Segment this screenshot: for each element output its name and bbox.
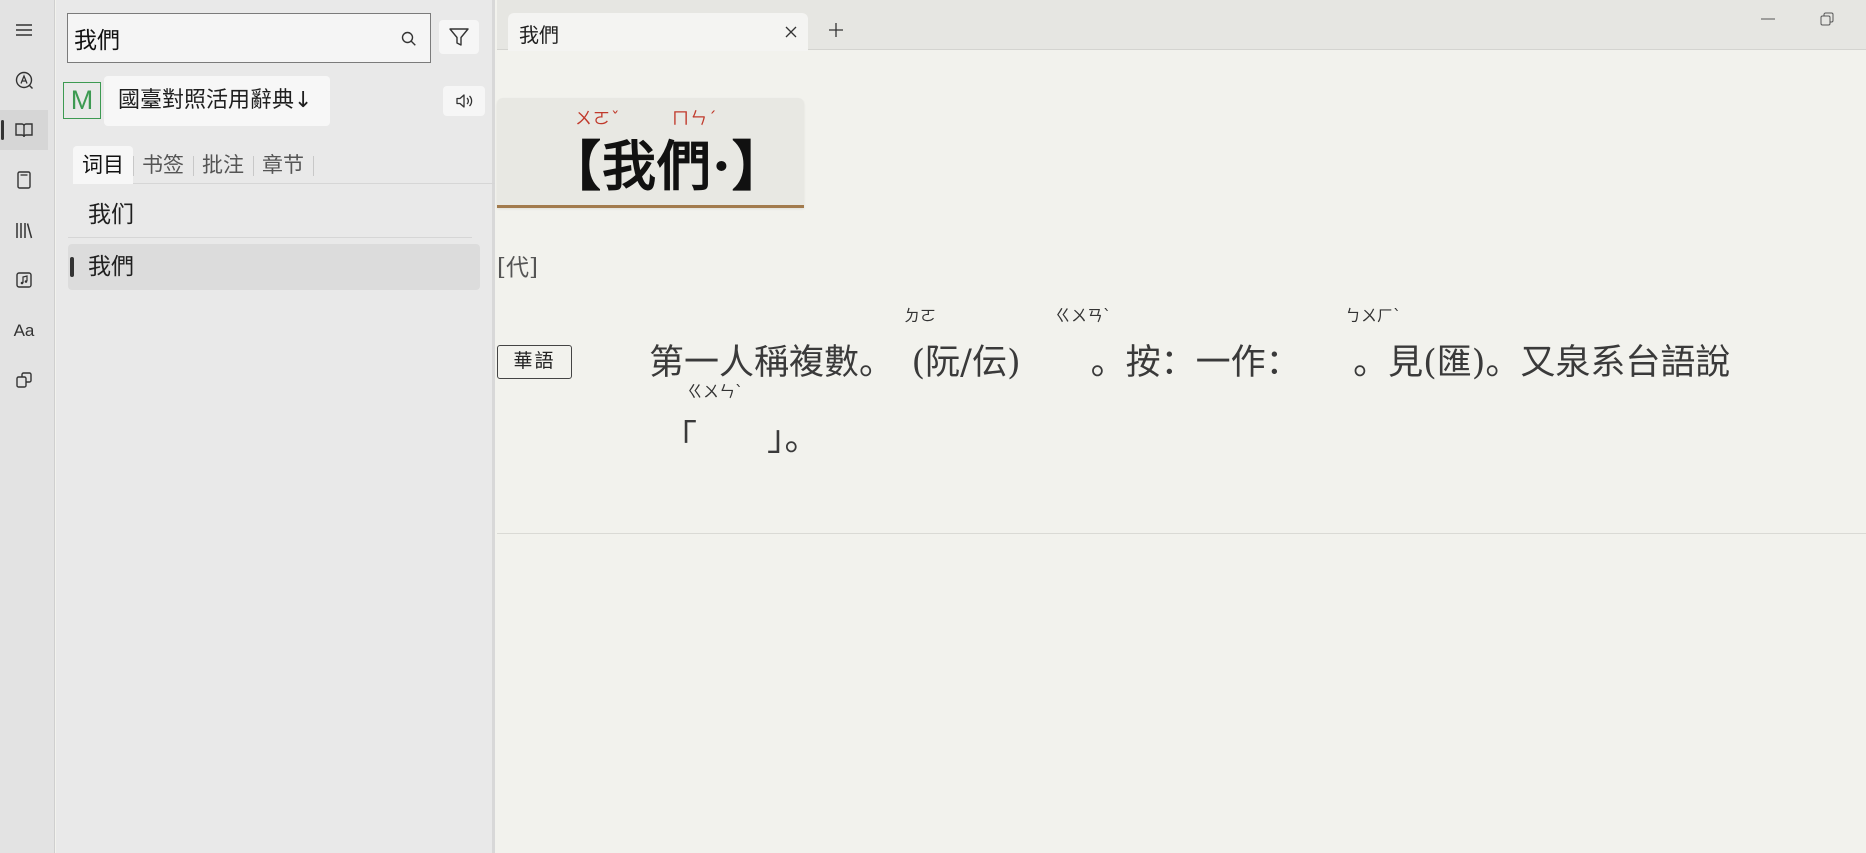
headword-card: ㄨㄛˇ ㄇㄣˊ 【我們·】 [497, 98, 804, 208]
search-box[interactable] [67, 13, 431, 63]
speaker-icon [456, 94, 473, 108]
dictionary-button[interactable] [0, 110, 48, 150]
library-button[interactable] [0, 210, 48, 250]
font-button[interactable]: Aa [0, 311, 48, 351]
headword: 【我們·】 [547, 134, 787, 198]
filter-icon [449, 28, 469, 46]
lookup-icon [15, 71, 33, 89]
restore-icon[interactable] [1820, 12, 1834, 26]
part-of-speech: [代] [497, 255, 538, 281]
minimize-icon[interactable] [1761, 18, 1775, 20]
document-tab-label: 我們 [519, 23, 559, 47]
content-divider [497, 533, 1866, 534]
font-icon: Aa [13, 321, 35, 340]
ruby-annotation: ㄍㄨㄢˋ [1055, 306, 1112, 325]
audio-icon [16, 272, 32, 288]
ruby-annotation: ㄉㄛ [904, 306, 937, 325]
notebook-icon [17, 171, 31, 189]
list-item[interactable]: 我们 [68, 192, 472, 238]
tab-chapters[interactable]: 章节 [253, 146, 313, 184]
speaker-button[interactable] [443, 86, 485, 116]
sync-icon [16, 372, 32, 388]
ruby-annotation: ㄍㄨㄣˋ [687, 382, 744, 401]
dictionary-selector[interactable]: 國臺對照活用辭典↓ [104, 76, 330, 126]
tab-separator [313, 146, 314, 184]
ruby-annotation: ㄅㄨㄏˋ [1345, 306, 1402, 325]
notebook-button[interactable] [0, 160, 48, 200]
main-area: 我們 ㄨㄛˇ ㄇㄣˊ 【我們·】 [代] 華語 ㄉㄛ ㄍㄨㄢˋ ㄅㄨㄏˋ 第一人… [497, 0, 1866, 853]
tab-bookmarks[interactable]: 书签 [133, 146, 193, 184]
menu-icon [16, 24, 32, 36]
sync-button[interactable] [0, 360, 48, 400]
document-tab[interactable]: 我們 [508, 13, 808, 51]
search-icon[interactable] [400, 30, 418, 48]
close-icon[interactable] [784, 25, 798, 39]
tab-annotations[interactable]: 批注 [193, 146, 253, 184]
menu-button[interactable] [0, 10, 48, 50]
plus-icon[interactable] [828, 22, 844, 38]
lookup-button[interactable] [0, 60, 48, 100]
tab-entries[interactable]: 词目 [73, 146, 133, 184]
tab-bar: 我們 [497, 0, 1866, 51]
language-badge: 華語 [497, 345, 572, 379]
word-list: 我们 我們 [68, 192, 480, 290]
list-item-selected[interactable]: 我們 [68, 244, 480, 290]
panel-tabs: 词目 书签 批注 章节 [73, 146, 495, 184]
activity-bar: Aa [0, 0, 55, 853]
definition-line: 「 」。 [662, 419, 820, 459]
search-input[interactable] [74, 22, 374, 54]
dictionary-icon [15, 123, 33, 138]
dictionary-logo: M [63, 82, 101, 119]
library-icon [16, 223, 33, 239]
side-panel: M 國臺對照活用辭典↓ 词目 书签 批注 章节 我们 我們 [56, 0, 495, 853]
audio-button[interactable] [0, 260, 48, 300]
app-window: Aa M 國臺對照活用辭典↓ 词目 书签 批注 章节 我们 我們 [0, 0, 1866, 853]
definition-line: 第一人稱複數。 (阮/伝) 。按：一作： 。見(匯)。又泉系台語說 [649, 343, 1731, 383]
filter-button[interactable] [439, 20, 479, 54]
